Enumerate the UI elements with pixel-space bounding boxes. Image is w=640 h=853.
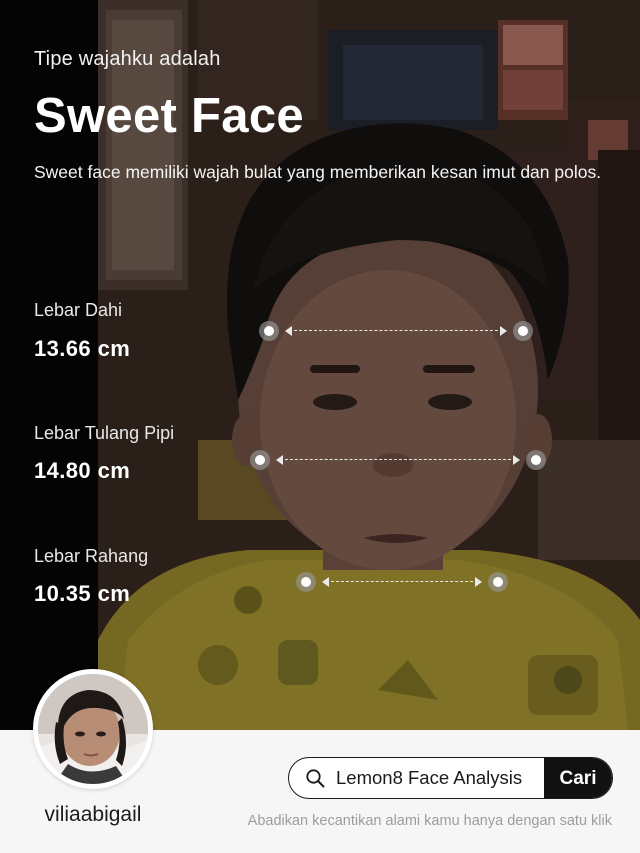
avatar-photo bbox=[38, 674, 148, 784]
measure-point bbox=[296, 572, 316, 592]
arrow-left-icon bbox=[322, 577, 329, 587]
metric-value-forehead: 13.66 cm bbox=[34, 336, 131, 361]
search-icon bbox=[306, 769, 325, 788]
metric-label-forehead: Lebar Dahi bbox=[34, 300, 123, 320]
forehead-measure-line bbox=[259, 321, 533, 341]
avatar[interactable] bbox=[33, 669, 153, 789]
cheekbone-measure-line bbox=[250, 450, 546, 470]
username[interactable]: viliaabigail bbox=[0, 803, 186, 827]
metric-label-jaw: Lebar Rahang bbox=[34, 546, 149, 566]
arrow-right-icon bbox=[500, 326, 507, 336]
arrow-left-icon bbox=[276, 455, 283, 465]
measure-point bbox=[488, 572, 508, 592]
tagline: Abadikan kecantikan alami kamu hanya den… bbox=[247, 813, 612, 829]
jaw-measure-line bbox=[296, 572, 508, 592]
face-type-description: Sweet face memiliki wajah bulat yang mem… bbox=[34, 162, 602, 182]
search-button[interactable]: Cari bbox=[544, 758, 612, 798]
metric-value-cheekbone: 14.80 cm bbox=[34, 458, 131, 483]
arrow-right-icon bbox=[475, 577, 482, 587]
search-box[interactable]: Lemon8 Face Analysis Cari bbox=[288, 757, 613, 799]
face-type-title: Sweet Face bbox=[34, 89, 304, 143]
search-query[interactable]: Lemon8 Face Analysis bbox=[336, 767, 522, 789]
metric-label-cheekbone: Lebar Tulang Pipi bbox=[34, 423, 175, 443]
measure-point bbox=[250, 450, 270, 470]
arrow-right-icon bbox=[513, 455, 520, 465]
arrow-left-icon bbox=[285, 326, 292, 336]
measure-point bbox=[526, 450, 546, 470]
measure-point bbox=[513, 321, 533, 341]
metric-value-jaw: 10.35 cm bbox=[34, 581, 131, 606]
measure-point bbox=[259, 321, 279, 341]
intro-text: Tipe wajahku adalah bbox=[34, 48, 221, 70]
